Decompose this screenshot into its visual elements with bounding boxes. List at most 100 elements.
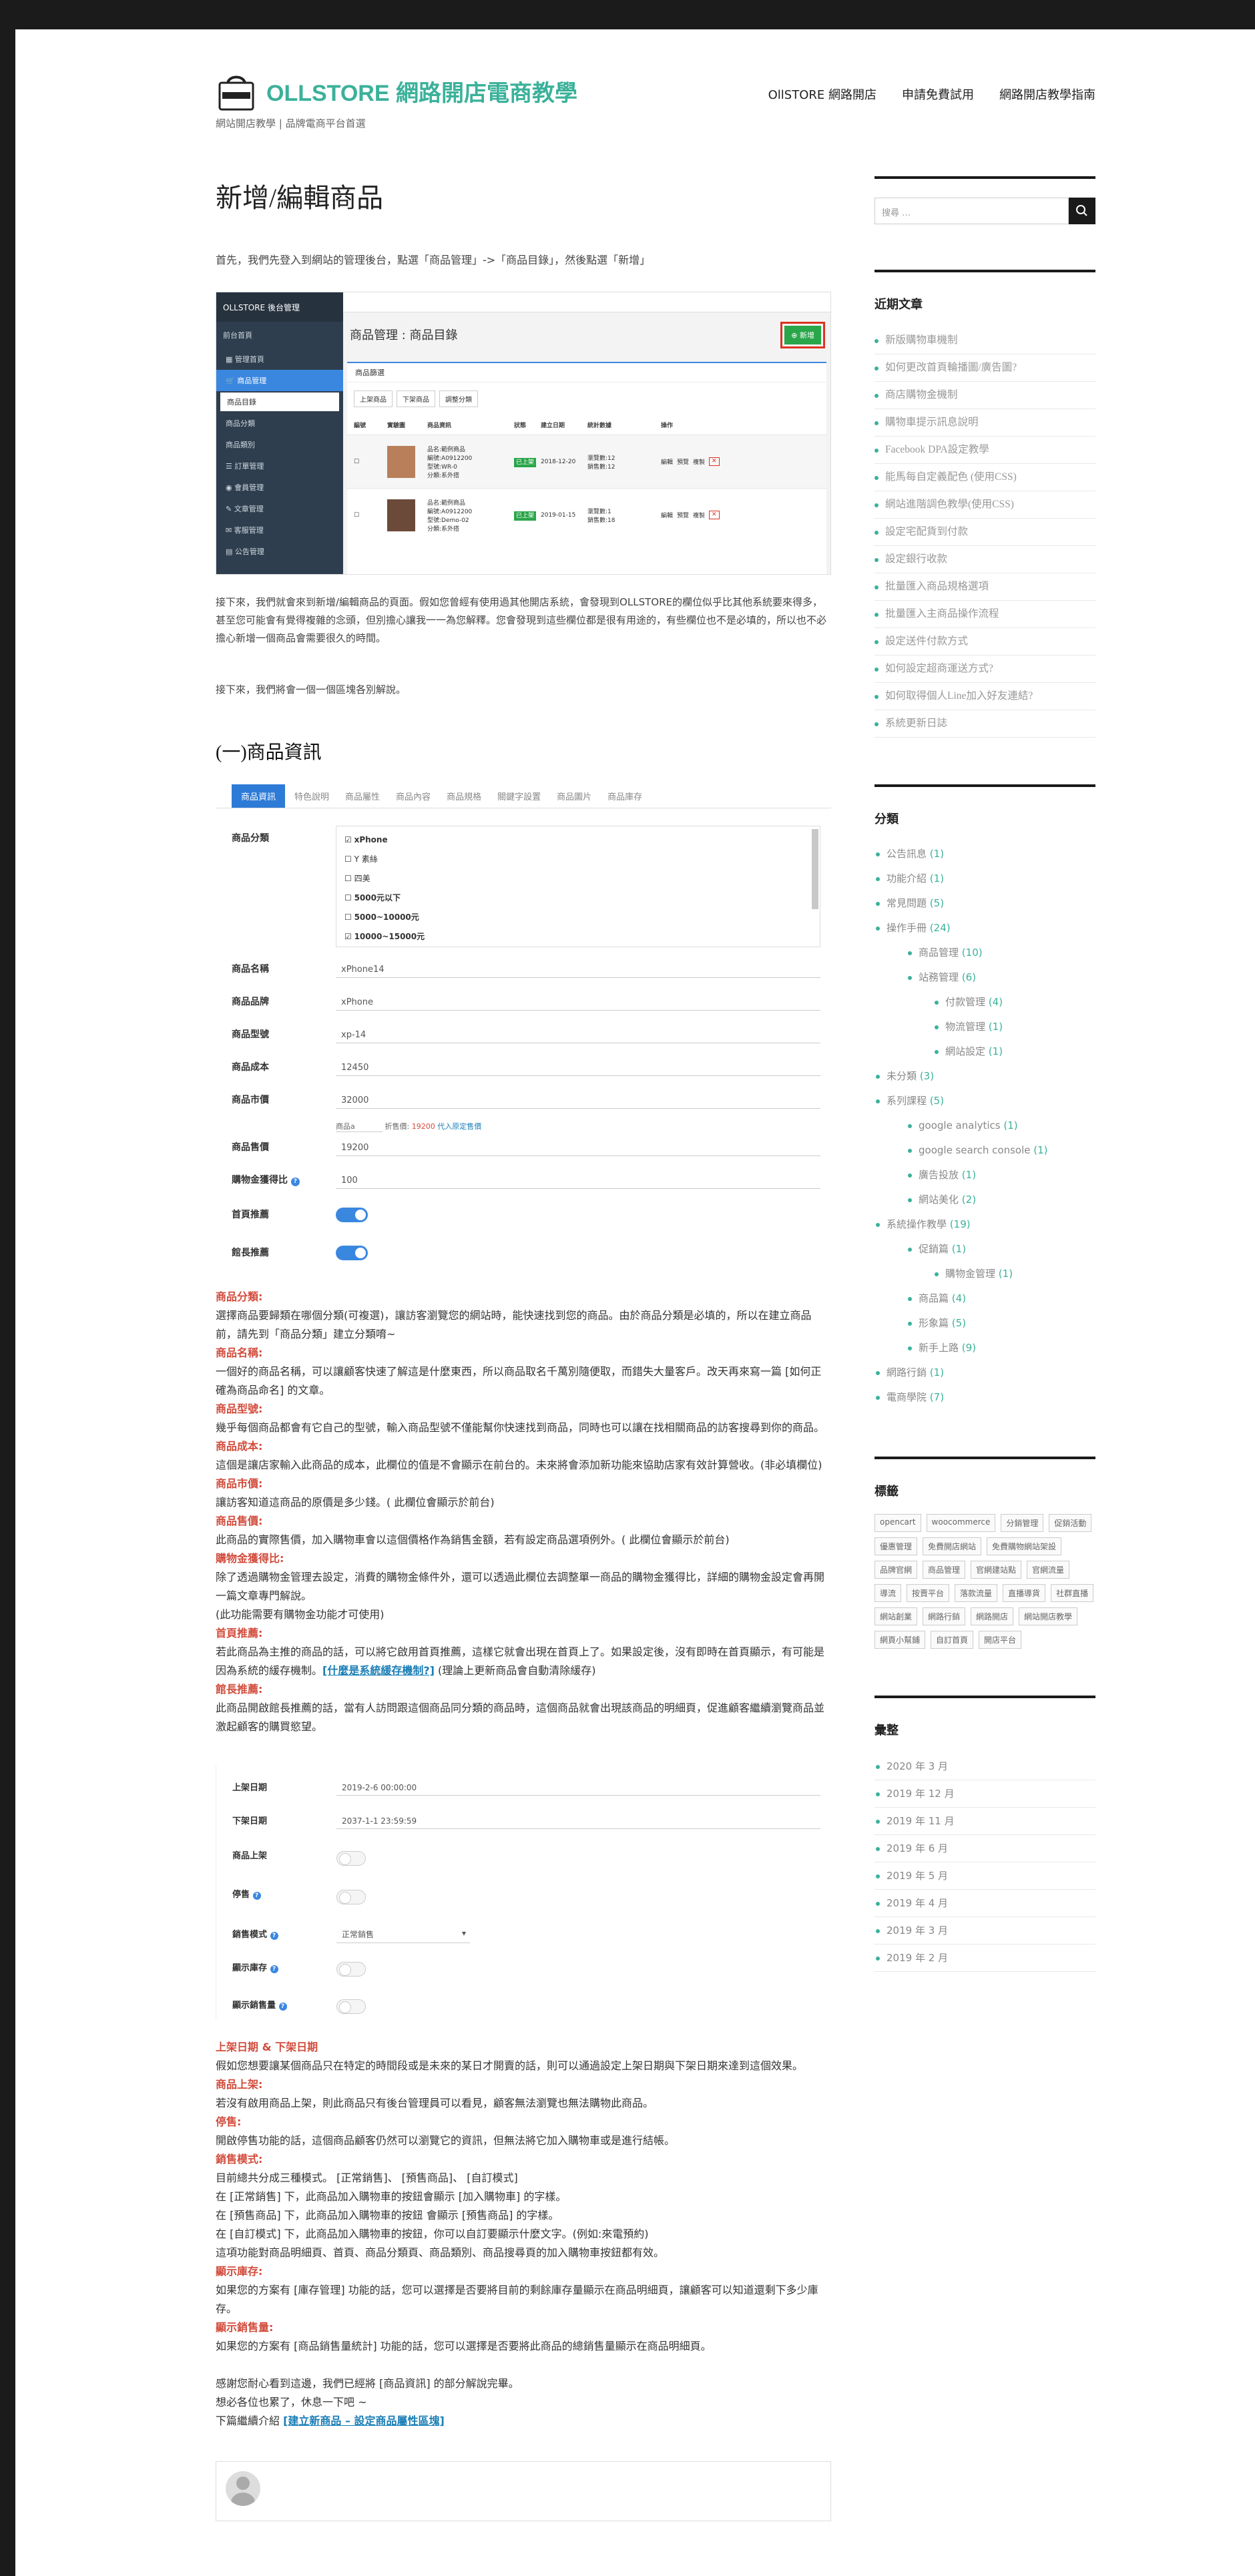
change-category-button[interactable]: 調整分類: [439, 391, 478, 407]
archive-link[interactable]: 2020 年 3 月: [874, 1753, 1095, 1780]
tag-link[interactable]: 直播導貨: [1003, 1584, 1046, 1602]
tab-features[interactable]: 特色說明: [288, 784, 336, 808]
admin-menu-catalog[interactable]: 商品目錄: [220, 393, 339, 411]
category-option[interactable]: ☐ 5000元以下: [344, 888, 812, 908]
admin-menu-home[interactable]: ▦ 管理首頁: [216, 348, 343, 370]
tag-link[interactable]: 商品管理: [923, 1561, 966, 1579]
tag-link[interactable]: 網路行銷: [923, 1607, 966, 1625]
tag-link[interactable]: 促銷活動: [1049, 1514, 1092, 1532]
recent-post-link[interactable]: 設定銀行收款: [874, 546, 1095, 573]
product-name-input[interactable]: xPhone14: [336, 962, 820, 978]
copy-button[interactable]: 複製: [693, 511, 705, 519]
category-link[interactable]: 操作手冊 (24): [874, 916, 1095, 941]
market-price-input[interactable]: 32000: [336, 1093, 820, 1109]
recent-post-link[interactable]: 批量匯入主商品操作流程: [874, 601, 1095, 628]
category-link[interactable]: 網站設定 (1): [874, 1039, 1095, 1064]
product-model-input[interactable]: xp-14: [336, 1027, 820, 1043]
archive-link[interactable]: 2019 年 6 月: [874, 1835, 1095, 1862]
archive-link[interactable]: 2019 年 3 月: [874, 1917, 1095, 1945]
tab-product-info[interactable]: 商品資訊: [232, 784, 286, 808]
recent-post-link[interactable]: 設定宅配貨到付款: [874, 519, 1095, 546]
publish-button[interactable]: 上架商品: [354, 391, 393, 407]
manager-recommend-toggle[interactable]: [336, 1246, 368, 1260]
tag-link[interactable]: 落款流量: [955, 1584, 998, 1602]
nav-item-store[interactable]: OllSTORE 網路開店: [768, 85, 876, 103]
admin-menu-orders[interactable]: ☰ 訂單管理: [216, 455, 343, 477]
category-link[interactable]: google analytics (1): [874, 1113, 1095, 1138]
category-link[interactable]: 系統操作教學 (19): [874, 1212, 1095, 1237]
edit-button[interactable]: 編輯: [661, 511, 673, 519]
tag-link[interactable]: 官網流量: [1027, 1561, 1070, 1579]
category-link[interactable]: 網路行銷 (1): [874, 1360, 1095, 1385]
tab-attributes[interactable]: 商品屬性: [338, 784, 387, 808]
admin-menu-products[interactable]: 🛒 商品管理: [216, 370, 343, 391]
search-input[interactable]: 搜尋 …: [874, 198, 1069, 224]
category-option[interactable]: ☑ 10000~15000元: [344, 927, 812, 947]
show-stock-toggle[interactable]: [336, 1962, 366, 1977]
next-article-link[interactable]: [建立新商品 – 設定商品屬性區塊]: [283, 2414, 445, 2427]
search-button[interactable]: [1069, 198, 1095, 224]
tag-link[interactable]: 網路開店: [971, 1607, 1014, 1625]
archive-link[interactable]: 2019 年 5 月: [874, 1862, 1095, 1890]
category-link[interactable]: 新手上路 (9): [874, 1336, 1095, 1360]
admin-menu-type[interactable]: 商品類別: [216, 434, 343, 455]
recent-post-link[interactable]: 商店購物金機制: [874, 382, 1095, 409]
category-link[interactable]: google search console (1): [874, 1138, 1095, 1163]
site-title[interactable]: OLLSTORE 網路開店電商教學: [266, 75, 577, 107]
category-link[interactable]: 付款管理 (4): [874, 990, 1095, 1015]
recent-post-link[interactable]: 網站進階調色教學(使用CSS): [874, 491, 1095, 519]
apply-price-link[interactable]: 代入原定售價: [437, 1122, 481, 1131]
delete-icon[interactable]: ✕: [709, 457, 720, 466]
admin-new-button[interactable]: ⊕ 新增: [780, 322, 825, 348]
category-link[interactable]: 站務管理 (6): [874, 965, 1095, 990]
tag-link[interactable]: opencart: [874, 1514, 921, 1532]
recent-post-link[interactable]: 系統更新日誌: [874, 710, 1095, 738]
preview-button[interactable]: 預覽: [677, 457, 689, 466]
tag-link[interactable]: 品牌官網: [874, 1561, 918, 1579]
tab-images[interactable]: 商品圖片: [550, 784, 598, 808]
tag-link[interactable]: 網站創業: [874, 1607, 918, 1625]
category-link[interactable]: 功能介紹 (1): [874, 866, 1095, 891]
archive-link[interactable]: 2019 年 12 月: [874, 1780, 1095, 1808]
category-link[interactable]: 公告訊息 (1): [874, 842, 1095, 866]
tag-link[interactable]: 網頁小幫鋪: [874, 1631, 926, 1649]
recent-post-link[interactable]: 如何設定超商運送方式?: [874, 656, 1095, 683]
category-link[interactable]: 電商學院 (7): [874, 1385, 1095, 1410]
site-logo[interactable]: OLLSTORE 網路開店電商教學: [216, 69, 577, 112]
recent-post-link[interactable]: 如何取得個人Line加入好友連結?: [874, 683, 1095, 710]
category-link[interactable]: 系列課程 (5): [874, 1089, 1095, 1113]
publish-toggle[interactable]: [336, 1851, 366, 1866]
nav-item-trial[interactable]: 申請免費試用: [902, 85, 974, 103]
tab-keywords[interactable]: 關鍵字設置: [491, 784, 547, 808]
category-link[interactable]: 廣告投放 (1): [874, 1163, 1095, 1188]
sales-mode-select[interactable]: 正常銷售 ▾: [336, 1926, 470, 1943]
category-link[interactable]: 促銷篇 (1): [874, 1237, 1095, 1262]
tag-link[interactable]: woocommerce: [926, 1514, 996, 1532]
tag-link[interactable]: 自訂首頁: [931, 1631, 974, 1649]
category-option[interactable]: ☑ xPhone: [344, 830, 812, 850]
recent-post-link[interactable]: 如何更改首頁輪播圖/廣告圖?: [874, 354, 1095, 382]
recent-post-link[interactable]: 批量匯入商品規格選項: [874, 573, 1095, 601]
recent-post-link[interactable]: 能馬每自定義配色 (使用CSS): [874, 464, 1095, 491]
show-sales-toggle[interactable]: [336, 1999, 366, 2014]
unpublish-button[interactable]: 下架商品: [397, 391, 435, 407]
recent-post-link[interactable]: Facebook DPA設定教學: [874, 437, 1095, 464]
category-link[interactable]: 形象篇 (5): [874, 1311, 1095, 1336]
homepage-recommend-toggle[interactable]: [336, 1208, 368, 1222]
admin-menu-category[interactable]: 商品分類: [216, 413, 343, 434]
nav-item-guide[interactable]: 網路開店教學指南: [999, 85, 1095, 103]
tag-link[interactable]: 開店平台: [979, 1631, 1022, 1649]
tag-link[interactable]: 按賣平台: [907, 1584, 950, 1602]
category-option[interactable]: ☐ Y 素絲: [344, 850, 812, 869]
category-link[interactable]: 商品管理 (10): [874, 941, 1095, 965]
copy-button[interactable]: 複製: [693, 457, 705, 466]
admin-menu-members[interactable]: ◉ 會員管理: [216, 477, 343, 498]
category-select-box[interactable]: ☑ xPhone ☐ Y 素絲 ☐ 四美 ☐ 5000元以下 ☐ 5000~10…: [336, 826, 820, 947]
sale-price-input[interactable]: 19200: [336, 1140, 820, 1156]
tag-link[interactable]: 網站開店教學: [1019, 1607, 1078, 1625]
table-row[interactable]: ☐ 品名:範例商品 編號:A0912200 型號:Demo-02 分類:系外搭 …: [347, 488, 826, 541]
category-link[interactable]: 購物金管理 (1): [874, 1262, 1095, 1286]
recent-post-link[interactable]: 設定送件付款方式: [874, 628, 1095, 656]
tag-link[interactable]: 導流: [874, 1584, 902, 1602]
tab-specs[interactable]: 商品規格: [440, 784, 488, 808]
